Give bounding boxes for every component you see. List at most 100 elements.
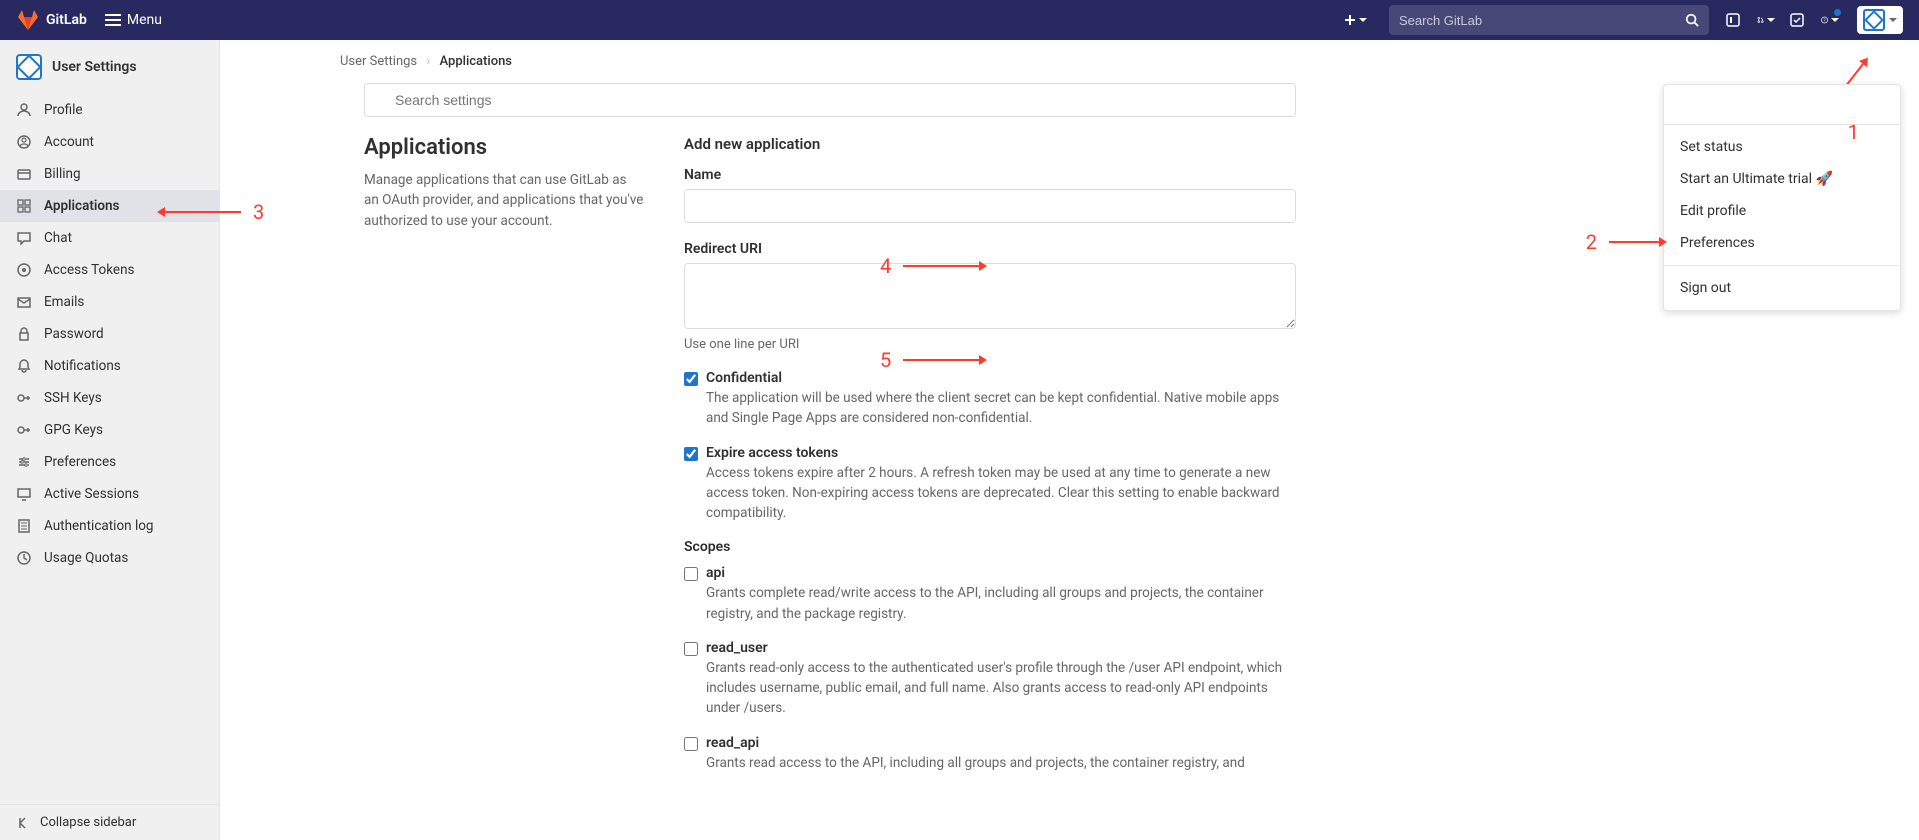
sidebar-item-label: SSH Keys (44, 390, 102, 406)
collapse-sidebar-button[interactable]: Collapse sidebar (0, 804, 219, 840)
user-dropdown: Set status Start an Ultimate trial 🚀 Edi… (1663, 84, 1901, 311)
form-title: Add new application (684, 135, 1296, 153)
page-description: Manage applications that can use GitLab … (364, 170, 644, 231)
sidebar-item-label: Account (44, 134, 94, 150)
annotation-2: 2 (1586, 230, 1659, 254)
sidebar-item-label: Authentication log (44, 518, 154, 534)
name-input[interactable] (684, 189, 1296, 223)
nav-icons-group: ? (1725, 11, 1839, 29)
list-icon (16, 518, 32, 534)
search-settings-input[interactable] (364, 83, 1296, 117)
scope-read_api-desc: Grants read access to the API, including… (706, 753, 1296, 773)
sidebar-item-label: Preferences (44, 454, 116, 470)
chevron-down-icon (1359, 18, 1367, 22)
chevron-down-icon (1889, 18, 1897, 22)
confidential-label: Confidential (706, 370, 1296, 386)
redirect-uri-hint: Use one line per URI (684, 337, 1296, 352)
profile-icon (16, 102, 32, 118)
sidebar-item-access-tokens[interactable]: Access Tokens (0, 254, 219, 286)
sidebar-item-gpg-keys[interactable]: GPG Keys (0, 414, 219, 446)
bell-icon (16, 358, 32, 374)
monitor-icon (16, 486, 32, 502)
confidential-desc: The application will be used where the c… (706, 388, 1296, 429)
expire-tokens-checkbox[interactable] (684, 447, 698, 461)
redirect-uri-label: Redirect URI (684, 241, 1296, 257)
key-icon (16, 422, 32, 438)
scope-api-checkbox[interactable] (684, 567, 698, 581)
sidebar-item-profile[interactable]: Profile (0, 94, 219, 126)
user-avatar-icon (1863, 9, 1885, 31)
scope-read_api-label: read_api (706, 735, 1296, 751)
key-icon (16, 390, 32, 406)
sidebar: User Settings Profile Account Billing Appli… (0, 40, 220, 840)
sidebar-item-label: Active Sessions (44, 486, 139, 502)
breadcrumb-current: Applications (440, 54, 513, 69)
sidebar-item-preferences[interactable]: Preferences (0, 446, 219, 478)
merge-requests-icon[interactable] (1757, 11, 1775, 29)
breadcrumb-separator: › (426, 54, 430, 69)
sidebar-item-usage-quotas[interactable]: Usage Quotas (0, 542, 219, 574)
menu-button[interactable]: Menu (105, 12, 162, 28)
expire-tokens-desc: Access tokens expire after 2 hours. A re… (706, 463, 1296, 524)
sidebar-item-emails[interactable]: Emails (0, 286, 219, 318)
dropdown-set-status[interactable]: Set status (1664, 131, 1900, 163)
todos-icon[interactable] (1789, 11, 1807, 29)
sidebar-item-applications[interactable]: Applications (0, 190, 219, 222)
gitlab-logo-icon (16, 8, 40, 32)
sidebar-item-label: Emails (44, 294, 84, 310)
hamburger-icon (105, 12, 121, 28)
scope-read_user-desc: Grants read-only access to the authentic… (706, 658, 1296, 719)
sidebar-item-authentication-log[interactable]: Authentication log (0, 510, 219, 542)
sidebar-item-label: GPG Keys (44, 422, 103, 438)
breadcrumb-parent[interactable]: User Settings (340, 54, 417, 69)
scope-read_user-checkbox[interactable] (684, 642, 698, 656)
prefs-icon (16, 454, 32, 470)
sidebar-item-ssh-keys[interactable]: SSH Keys (0, 382, 219, 414)
token-icon (16, 262, 32, 278)
redirect-uri-input[interactable] (684, 263, 1296, 329)
dropdown-edit-profile[interactable]: Edit profile (1664, 195, 1900, 227)
lock-icon (16, 326, 32, 342)
new-button[interactable] (1337, 9, 1373, 31)
search-icon (1685, 13, 1699, 27)
sidebar-item-notifications[interactable]: Notifications (0, 350, 219, 382)
collapse-label: Collapse sidebar (40, 815, 136, 830)
confidential-checkbox[interactable] (684, 372, 698, 386)
sidebar-header[interactable]: User Settings (0, 40, 219, 94)
search-input[interactable] (1399, 13, 1685, 28)
chat-icon (16, 230, 32, 246)
sidebar-item-account[interactable]: Account (0, 126, 219, 158)
billing-icon (16, 166, 32, 182)
user-menu-button[interactable] (1857, 6, 1903, 34)
brand-text: GitLab (46, 12, 87, 28)
applications-icon (16, 198, 32, 214)
sidebar-item-label: Notifications (44, 358, 121, 374)
quota-icon (16, 550, 32, 566)
chevron-left-icon (16, 816, 30, 830)
sidebar-item-billing[interactable]: Billing (0, 158, 219, 190)
breadcrumb: User Settings › Applications (220, 40, 1919, 83)
sidebar-item-label: Applications (44, 198, 120, 214)
scope-read_api-checkbox[interactable] (684, 737, 698, 751)
sidebar-item-chat[interactable]: Chat (0, 222, 219, 254)
scope-api-desc: Grants complete read/write access to the… (706, 583, 1296, 624)
sidebar-item-label: Access Tokens (44, 262, 135, 278)
sidebar-item-label: Usage Quotas (44, 550, 128, 566)
help-icon[interactable]: ? (1821, 11, 1839, 29)
dropdown-start-trial[interactable]: Start an Ultimate trial 🚀 (1664, 163, 1900, 195)
user-avatar-icon (16, 54, 42, 80)
expire-tokens-label: Expire access tokens (706, 445, 1296, 461)
dropdown-sign-out[interactable]: Sign out (1664, 272, 1900, 304)
global-search[interactable] (1389, 5, 1709, 35)
dropdown-preferences[interactable]: Preferences (1664, 227, 1900, 259)
name-label: Name (684, 167, 1296, 183)
gitlab-logo[interactable]: GitLab (16, 8, 87, 32)
scopes-title: Scopes (684, 539, 1296, 555)
svg-text:?: ? (1823, 19, 1825, 24)
sidebar-item-password[interactable]: Password (0, 318, 219, 350)
page-title: Applications (364, 135, 644, 160)
issues-icon[interactable] (1725, 11, 1743, 29)
email-icon (16, 294, 32, 310)
sidebar-item-active-sessions[interactable]: Active Sessions (0, 478, 219, 510)
sidebar-item-label: Profile (44, 102, 83, 118)
